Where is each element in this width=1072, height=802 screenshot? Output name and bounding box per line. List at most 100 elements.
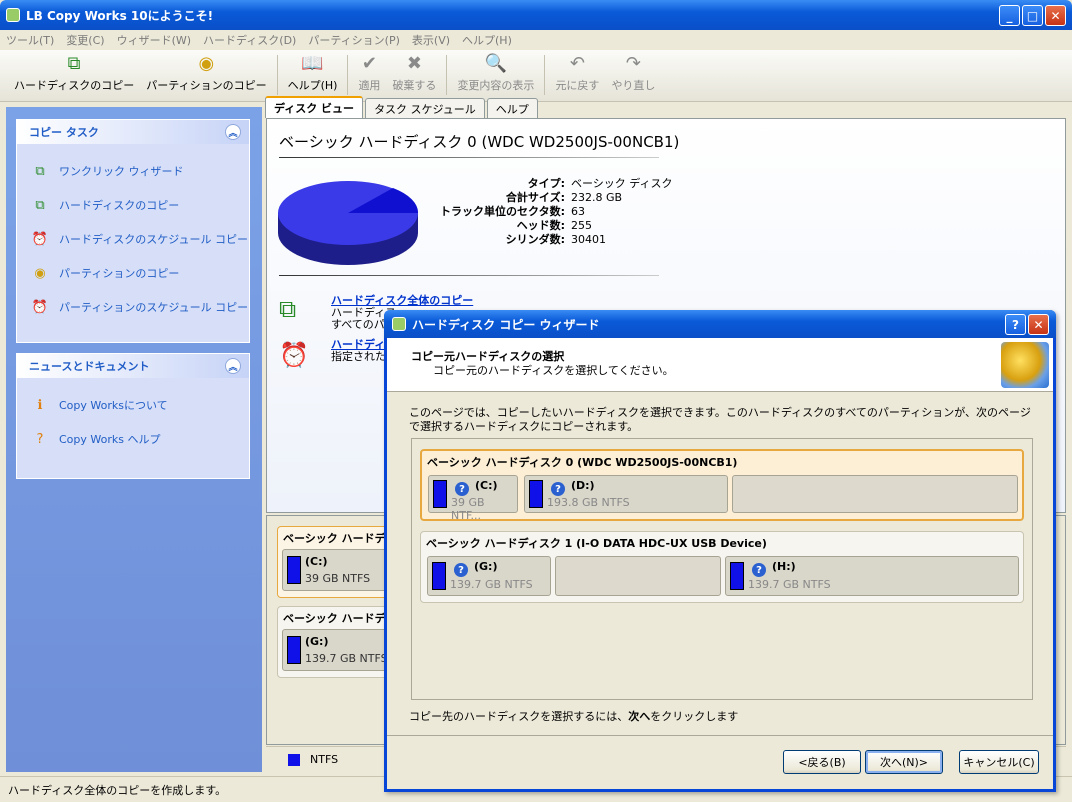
undo-tool[interactable]: ↶ 元に戻す [549, 52, 605, 101]
tab-help[interactable]: ヘルプ [486, 98, 538, 118]
question-icon: ? [455, 482, 469, 496]
doc-help[interactable]: ? Copy Works ヘルプ [17, 422, 249, 456]
apply-tool[interactable]: ✔ 適用 [352, 52, 386, 101]
ntfs-swatch [288, 753, 300, 766]
redo-tool[interactable]: ↷ やり直し [605, 52, 661, 101]
disk-card-0[interactable]: ベーシック ハードデ (C:) 39 GB NTFS [277, 526, 397, 598]
partition-d[interactable]: ? (D:) 193.8 GB NTFS [524, 475, 728, 513]
ntfs-bar [730, 562, 744, 590]
disk-copy-label: ハードディスクのコピー [14, 79, 135, 92]
task-label: パーティションのスケジュール コピー [59, 301, 249, 314]
source-disk-0[interactable]: ベーシック ハードディスク 0 (WDC WD2500JS-00NCB1) ? … [420, 449, 1024, 522]
news-docs-title: ニュースとドキュメント [29, 360, 150, 373]
partition-c[interactable]: ? (C:) 39 GB NTF... [428, 475, 518, 522]
help-tool[interactable]: 📖 ヘルプ(H) [282, 52, 344, 101]
toolbar-separator [276, 55, 278, 95]
partition-label: (D:) [571, 479, 595, 492]
doc-label: Copy Works ヘルプ [59, 433, 161, 446]
dialog-help-button[interactable]: ? [1005, 314, 1026, 335]
prop-value: 30401 [571, 233, 606, 246]
dialog-header: コピー元ハードディスクの選択 コピー元のハードディスクを選択してください。 [387, 338, 1053, 392]
disk-title: ベーシック ハードディスク 1 (I-O DATA HDC-UX USB Dev… [426, 537, 767, 550]
instruction-emphasis: 次へ [628, 710, 651, 723]
partition-label: (G:) [474, 560, 498, 573]
cancel-button[interactable]: キャンセル(C) [959, 750, 1039, 774]
task-disk-copy[interactable]: ⧉ ハードディスクのコピー [17, 188, 249, 222]
magnifier-icon: 🔍 [484, 52, 508, 74]
close-button[interactable]: ✕ [1045, 5, 1066, 26]
instruction-text: をクリックします [650, 710, 739, 723]
prop-value: 63 [571, 205, 585, 218]
menu-help[interactable]: ヘルプ(H) [462, 32, 512, 48]
copy-tasks-group: コピー タスク ︽ ⧉ ワンクリック ウィザード ⧉ ハードディスクのコピー ⏰ ハー… [16, 119, 250, 343]
partition-copy-icon: ◉ [34, 265, 46, 281]
view-tabs: ディスク ビュー タスク スケジュール ヘルプ [265, 96, 538, 118]
doc-about[interactable]: ℹ Copy Worksについて [17, 388, 249, 422]
source-disk-1[interactable]: ベーシック ハードディスク 1 (I-O DATA HDC-UX USB Dev… [420, 531, 1024, 603]
partition-label: (G:) [305, 635, 329, 648]
task-disk-schedule-copy[interactable]: ⏰ ハードディスクのスケジュール コピー [17, 222, 249, 256]
task-one-click-wizard[interactable]: ⧉ ワンクリック ウィザード [17, 154, 249, 188]
source-disk-list: ベーシック ハードディスク 0 (WDC WD2500JS-00NCB1) ? … [411, 438, 1033, 700]
menu-change[interactable]: 変更(C) [66, 32, 104, 48]
disk-usage-pie [278, 181, 419, 265]
copy-tasks-header[interactable]: コピー タスク ︽ [17, 120, 249, 144]
collapse-chevron-icon[interactable]: ︽ [225, 358, 241, 374]
copy-tasks-title: コピー タスク [29, 126, 99, 139]
menu-harddisk[interactable]: ハードディスク(D) [203, 32, 296, 48]
disk-title: ベーシック ハードディスク 0 (WDC WD2500JS-00NCB1) [427, 456, 738, 469]
partition-g[interactable]: ? (G:) 139.7 GB NTFS [427, 556, 551, 596]
ntfs-bar [287, 636, 301, 664]
menu-partition[interactable]: パーティション(P) [308, 32, 400, 48]
partition-c[interactable]: (C:) 39 GB NTFS [282, 549, 394, 591]
status-text: ハードディスク全体のコピーを作成します。 [8, 783, 227, 797]
partition-copy-tool[interactable]: ◉ パーティションのコピー [140, 52, 272, 101]
disk-copy-icon: ⧉ [279, 295, 297, 323]
dialog-app-icon [392, 317, 406, 331]
menu-view[interactable]: 表示(V) [412, 32, 450, 48]
task-partition-copy[interactable]: ◉ パーティションのコピー [17, 256, 249, 290]
wizard-disc-icon [1001, 342, 1049, 388]
redo-label: やり直し [611, 79, 656, 92]
dialog-title-bar: ハードディスク コピー ウィザード ? ✕ [384, 310, 1056, 338]
task-partition-schedule-copy[interactable]: ⏰ パーティションのスケジュール コピー [17, 290, 249, 324]
left-task-panel: コピー タスク ︽ ⧉ ワンクリック ウィザード ⧉ ハードディスクのコピー ⏰ ハー… [6, 107, 262, 772]
disk-copy-icon: ⧉ [35, 197, 45, 213]
partition-g[interactable]: (G:) 139.7 GB NTFS [282, 629, 394, 671]
dialog-close-button[interactable]: ✕ [1028, 314, 1049, 335]
maximize-button[interactable]: □ [1022, 5, 1043, 26]
partition-size: 139.7 GB NTFS [305, 652, 388, 665]
menu-wizard[interactable]: ウィザード(W) [117, 32, 191, 48]
disk-card-1[interactable]: ベーシック ハードディ (G:) 139.7 GB NTFS [277, 606, 397, 678]
next-button[interactable]: 次へ(N)> [865, 750, 943, 774]
tab-task-schedule[interactable]: タスク スケジュール [365, 98, 485, 118]
main-title-bar: LB Copy Works 10にようこそ! _ □ ✕ [0, 0, 1072, 30]
help-book-icon: 📖 [301, 52, 324, 74]
prop-value: 255 [571, 219, 592, 232]
wizard-icon: ⧉ [35, 163, 45, 179]
discard-tool[interactable]: ✖ 破棄する [386, 52, 442, 101]
partition-size: 139.7 GB NTFS [748, 578, 831, 591]
info-icon: ℹ [37, 397, 43, 413]
minimize-button[interactable]: _ [999, 5, 1020, 26]
schedule-clock-icon: ⏰ [31, 299, 49, 315]
disk-title: ベーシック ハードディスク 0 (WDC WD2500JS-00NCB1) [279, 133, 680, 151]
tab-disk-view[interactable]: ディスク ビュー [265, 96, 364, 118]
task-label: ハードディスクのスケジュール コピー [59, 233, 248, 246]
show-changes-tool[interactable]: 🔍 変更内容の表示 [451, 52, 540, 101]
disk-copy-tool[interactable]: ⧉ ハードディスクのコピー [8, 52, 140, 101]
undo-icon: ↶ [569, 52, 585, 74]
task-label: ワンクリック ウィザード [59, 165, 184, 178]
news-docs-header[interactable]: ニュースとドキュメント ︽ [17, 354, 249, 378]
partition-size: 39 GB NTFS [305, 572, 371, 585]
collapse-chevron-icon[interactable]: ︽ [225, 124, 241, 140]
prop-key: ヘッド数: [516, 219, 565, 232]
partition-h[interactable]: ? (H:) 139.7 GB NTFS [725, 556, 1019, 596]
menu-tools[interactable]: ツール(T) [6, 32, 54, 48]
partition-copy-icon: ◉ [198, 52, 215, 74]
task-label: パーティションのコピー [59, 267, 180, 280]
back-button[interactable]: <戻る(B) [783, 750, 861, 774]
divider [279, 157, 659, 158]
unused-space [555, 556, 721, 596]
toolbar: ⧉ ハードディスクのコピー ◉ パーティションのコピー 📖 ヘルプ(H) ✔ 適… [0, 50, 1072, 102]
